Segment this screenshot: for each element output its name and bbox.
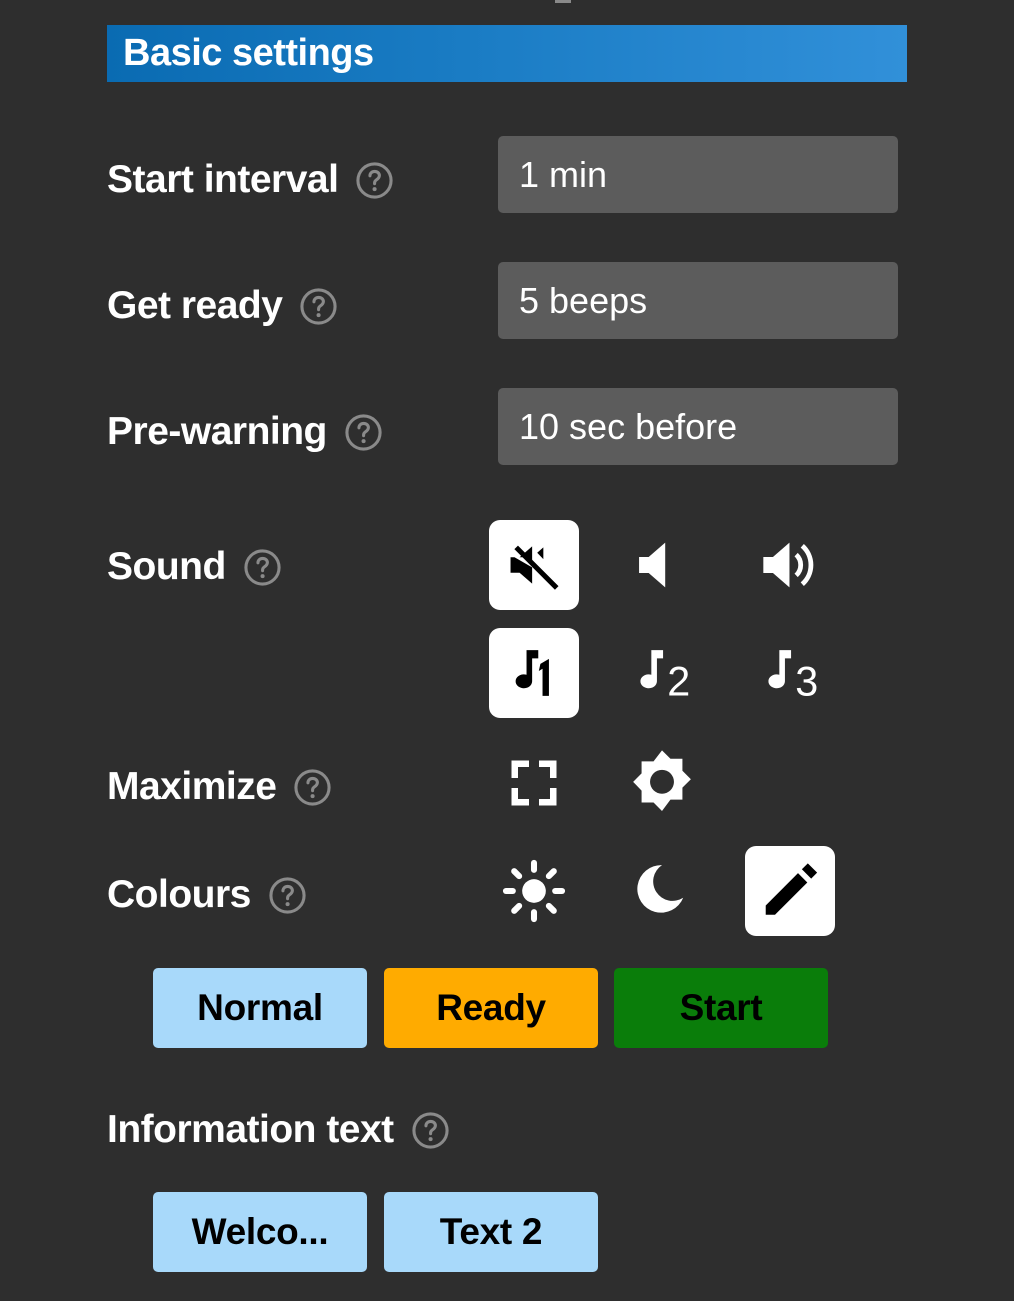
clipped-element-above — [555, 0, 571, 3]
colours-option-dark[interactable] — [617, 846, 707, 936]
start-interval-label-group: Start interval — [107, 158, 394, 202]
maximize-option-fullscreen[interactable] — [489, 738, 579, 828]
sound-label: Sound — [107, 545, 226, 588]
maximize-option-brightness[interactable] — [617, 738, 707, 828]
volume-low-icon — [639, 542, 666, 588]
maximize-label-group: Maximize — [107, 765, 332, 809]
page-title: Basic settings — [123, 32, 374, 74]
colour-button-normal[interactable]: Normal — [153, 968, 367, 1048]
colour-button-start-label: Start — [679, 987, 763, 1028]
sound-option-high-volume[interactable] — [745, 520, 835, 610]
basic-settings-screen: Basic settings Start interval 1 min Get … — [0, 0, 1014, 1301]
get-ready-value-text: 5 beeps — [519, 279, 648, 321]
colours-label: Colours — [107, 873, 251, 916]
sound-option-low-volume[interactable] — [617, 520, 707, 610]
help-circle-icon[interactable] — [411, 1111, 450, 1150]
volume-high-icon — [763, 542, 814, 588]
information-text-button-1-label: Welco... — [191, 1211, 329, 1252]
music-note-1-icon — [515, 650, 549, 696]
pre-warning-label: Pre-warning — [107, 410, 327, 453]
start-interval-value[interactable]: 1 min — [498, 136, 898, 213]
information-text-button-1[interactable]: Welco... — [153, 1192, 367, 1272]
pre-warning-value-text: 10 sec before — [519, 405, 738, 447]
help-circle-icon[interactable] — [293, 768, 332, 807]
music-note-3-icon: 3 — [768, 650, 818, 704]
information-text-button-2-label: Text 2 — [439, 1211, 543, 1252]
sound-option-tone-1[interactable] — [489, 628, 579, 718]
colour-button-ready-label: Ready — [436, 987, 546, 1028]
svg-text:3: 3 — [795, 658, 818, 704]
start-interval-value-text: 1 min — [519, 153, 608, 195]
pre-warning-label-group: Pre-warning — [107, 410, 383, 454]
sound-label-group: Sound — [107, 545, 282, 589]
start-interval-label: Start interval — [107, 158, 339, 201]
section-header-basic-settings: Basic settings — [107, 25, 907, 82]
volume-mute-icon — [510, 545, 559, 590]
get-ready-label-group: Get ready — [107, 284, 338, 328]
information-text-label: Information text — [107, 1108, 394, 1151]
colours-label-group: Colours — [107, 873, 307, 917]
pre-warning-value[interactable]: 10 sec before — [498, 388, 898, 465]
colour-button-normal-label: Normal — [197, 987, 323, 1028]
information-text-button-2[interactable]: Text 2 — [384, 1192, 598, 1272]
colours-option-light[interactable] — [489, 846, 579, 936]
colour-button-ready[interactable]: Ready — [384, 968, 598, 1048]
sound-option-tone-3[interactable]: 3 — [745, 628, 835, 718]
maximize-label: Maximize — [107, 765, 277, 808]
music-note-2-icon: 2 — [640, 650, 690, 704]
get-ready-label: Get ready — [107, 284, 283, 327]
get-ready-value[interactable]: 5 beeps — [498, 262, 898, 339]
help-circle-icon[interactable] — [243, 548, 282, 587]
help-circle-icon[interactable] — [299, 287, 338, 326]
sound-option-tone-2[interactable]: 2 — [617, 628, 707, 718]
information-text-label-group: Information text — [107, 1108, 450, 1152]
colours-option-custom[interactable] — [745, 846, 835, 936]
fullscreen-icon — [511, 760, 557, 806]
help-circle-icon[interactable] — [344, 413, 383, 452]
colour-button-start[interactable]: Start — [614, 968, 828, 1048]
sound-option-mute[interactable] — [489, 520, 579, 610]
brightness-burst-icon — [633, 750, 691, 811]
help-circle-icon[interactable] — [268, 876, 307, 915]
svg-text:2: 2 — [667, 658, 690, 704]
sun-icon — [502, 859, 566, 923]
moon-icon — [637, 865, 684, 913]
help-circle-icon[interactable] — [355, 161, 394, 200]
pencil-icon — [765, 863, 818, 915]
